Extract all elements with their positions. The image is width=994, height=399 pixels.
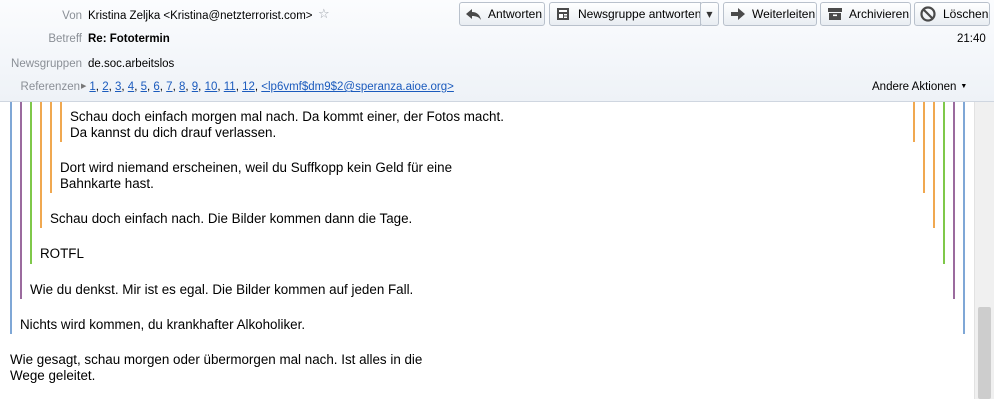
quote-bar-level-1 (10, 102, 12, 334)
reply-button[interactable]: Antworten (459, 2, 545, 26)
forward-arrow-icon (729, 6, 747, 22)
reference-link[interactable]: 11 (224, 81, 236, 93)
references-list: ▶ 1, 2, 3, 4, 5, 6, 7, 8, 9, 10, 11, 12, … (81, 81, 454, 93)
newsgroup-icon (555, 6, 573, 22)
quote-line: Dort wird niemand erscheinen, weil du Su… (60, 160, 453, 175)
forward-button[interactable]: Weiterleiten (723, 2, 817, 26)
quote-bar-right-2 (953, 102, 955, 299)
other-actions-label: Andere Aktionen (872, 81, 957, 93)
reply-line: Wege geleitet. (10, 368, 96, 383)
quote-line: Schau doch einfach morgen mal nach. Da k… (70, 109, 504, 124)
newsgroups-label: Newsgruppen (11, 58, 82, 70)
delete-circle-icon (920, 6, 938, 22)
quote-bar-level-2 (20, 102, 22, 299)
archive-box-icon (826, 6, 844, 22)
quote-text-level-1: Nichts wird kommen, du krankhafter Alkoh… (20, 317, 306, 332)
quote-bar-right-3 (943, 102, 945, 264)
quote-bar-level-3 (30, 102, 32, 264)
chevron-down-icon: ▼ (960, 83, 968, 90)
message-time: 21:40 (957, 33, 986, 45)
quote-text-level-3: ROTFL (40, 246, 84, 261)
scrollbar-thumb[interactable] (978, 307, 991, 399)
quote-text-level-4: Schau doch einfach nach. Die Bilder komm… (50, 211, 413, 226)
quote-line: Da kannst du dich drauf verlassen. (70, 125, 277, 140)
newsgroups-value[interactable]: de.soc.arbeitslos (88, 58, 174, 70)
reference-msgid-link[interactable]: <lp6vmf$dm9$2@speranza.aioe.org> (261, 81, 454, 93)
reply-arrow-icon (465, 6, 483, 22)
reply-line: Wie gesagt, schau morgen oder übermorgen… (10, 352, 423, 367)
from-value[interactable]: Kristina Zeljka <Kristina@netzterrorist.… (88, 10, 313, 22)
quote-text-level-6: Schau doch einfach morgen mal nach. Da k… (70, 109, 504, 141)
subject-label: Betreff (48, 33, 82, 45)
star-icon[interactable]: ☆ (318, 7, 330, 22)
chevron-down-icon: ▼ (706, 9, 713, 19)
references-toggle-icon[interactable]: ▶ (81, 83, 86, 90)
quote-line: Bahnkarte hast. (60, 176, 154, 191)
delete-label: Löschen (943, 7, 989, 21)
reply-text: Wie gesagt, schau morgen oder übermorgen… (10, 352, 422, 384)
reply-label: Antworten (488, 7, 543, 21)
reference-link[interactable]: 10 (205, 81, 218, 93)
archive-label: Archivieren (849, 7, 910, 21)
reply-newsgroup-label: Newsgruppe antworten (578, 7, 702, 21)
vertical-scrollbar[interactable] (974, 102, 994, 399)
quote-bar-level-5 (50, 102, 52, 193)
message-body: Schau doch einfach morgen mal nach. Da k… (0, 102, 974, 399)
from-label: Von (62, 10, 82, 22)
references-label: Referenzen (20, 81, 80, 93)
quote-text-level-5: Dort wird niemand erscheinen, weil du Su… (60, 160, 452, 192)
forward-label: Weiterleiten (752, 7, 816, 21)
quote-bar-right-5 (923, 102, 925, 193)
reply-options-dropdown[interactable]: ▼ (700, 2, 719, 26)
subject-value: Re: Fototermin (88, 33, 170, 45)
quote-bar-level-4 (40, 102, 42, 228)
quote-text-level-2: Wie du denkst. Mir ist es egal. Die Bild… (30, 282, 414, 297)
quote-bar-level-6 (60, 102, 62, 142)
quote-bar-right-1 (963, 102, 965, 334)
reply-newsgroup-button[interactable]: Newsgruppe antworten (549, 2, 701, 26)
quote-bar-right-4 (933, 102, 935, 228)
quote-bar-right-6 (913, 102, 915, 142)
reference-link[interactable]: 12 (242, 81, 255, 93)
archive-button[interactable]: Archivieren (820, 2, 911, 26)
message-header: Von Kristina Zeljka <Kristina@netzterror… (0, 0, 994, 102)
other-actions-menu[interactable]: Andere Aktionen ▼ (872, 81, 967, 93)
delete-button[interactable]: Löschen (914, 2, 990, 26)
